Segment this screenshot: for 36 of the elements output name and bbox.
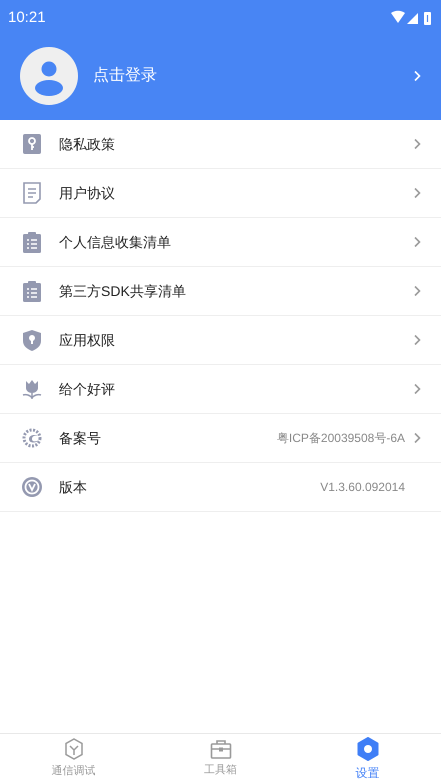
document-icon bbox=[22, 182, 42, 204]
row-label: 应用权限 bbox=[59, 330, 116, 350]
row-value: V1.3.60.092014 bbox=[320, 479, 405, 496]
row-label: 用户协议 bbox=[59, 184, 116, 202]
settings-row[interactable]: 给个好评 bbox=[0, 365, 441, 414]
shield-icon bbox=[22, 329, 42, 351]
gear-swirl-icon bbox=[21, 427, 43, 449]
clipboard-list-icon bbox=[22, 231, 42, 253]
key-document-icon bbox=[22, 133, 42, 155]
toolbox-icon bbox=[210, 739, 232, 760]
flower-icon bbox=[21, 378, 43, 400]
settings-icon bbox=[356, 736, 380, 760]
row-value: 粤ICP备20039508号-6A bbox=[276, 430, 405, 447]
login-button[interactable]: 点击登录 bbox=[0, 36, 441, 120]
settings-row[interactable]: 第三方SDK共享清单 bbox=[0, 267, 441, 316]
settings-row[interactable]: 版本 V1.3.60.092014 bbox=[0, 463, 441, 512]
settings-row[interactable]: 应用权限 bbox=[0, 316, 441, 365]
clipboard-list-icon bbox=[22, 280, 42, 302]
avatar-icon bbox=[20, 47, 78, 105]
chevron-right-icon bbox=[413, 70, 421, 82]
settings-row[interactable]: 用户协议 bbox=[0, 169, 441, 218]
login-label: 点击登录 bbox=[93, 66, 158, 86]
row-label: 隐私政策 bbox=[59, 134, 116, 154]
status-time: 10:21 bbox=[8, 8, 46, 28]
settings-row[interactable]: 备案号 粤ICP备20039508号-6A bbox=[0, 414, 441, 463]
cube-icon bbox=[64, 738, 84, 760]
version-badge-icon bbox=[21, 476, 43, 498]
nav-tab[interactable]: 设置 bbox=[294, 734, 441, 784]
settings-row[interactable]: 个人信息收集清单 bbox=[0, 218, 441, 267]
row-label: 备案号 bbox=[59, 428, 102, 448]
row-label: 个人信息收集清单 bbox=[59, 232, 172, 252]
status-icons bbox=[391, 10, 433, 26]
row-label: 给个好评 bbox=[59, 380, 116, 398]
settings-row[interactable]: 隐私政策 bbox=[0, 120, 441, 169]
row-label: 第三方SDK共享清单 bbox=[59, 282, 187, 300]
row-label: 版本 bbox=[59, 478, 88, 496]
